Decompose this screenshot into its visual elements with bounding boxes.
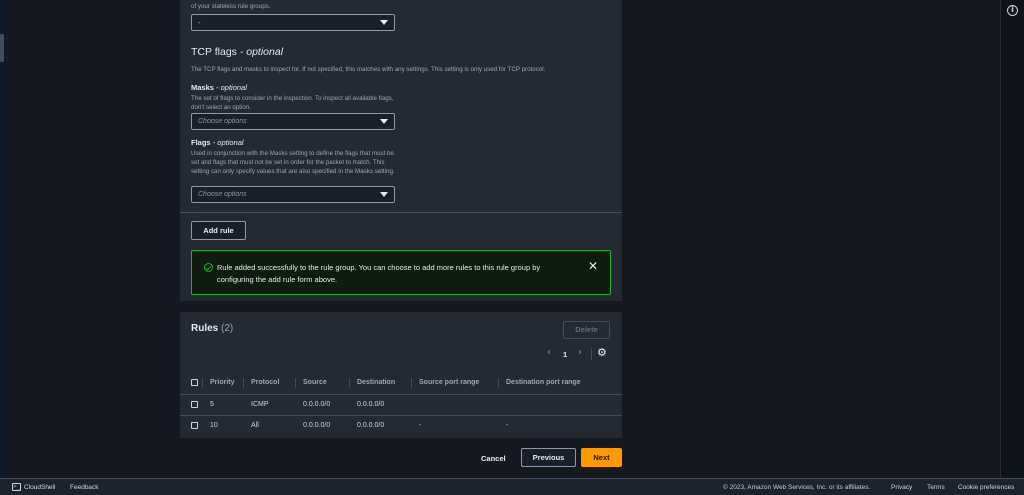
table-row[interactable]: 5 ICMP 0.0.0.0/0 0.0.0.0/0 [180,394,622,416]
cookie-preferences-link[interactable]: Cookie preferences [958,484,1014,491]
tcp-flags-desc: The TCP flags and masks to inspect for. … [191,66,546,73]
cloudshell-link[interactable]: CloudShell [24,484,55,491]
cell-priority: 5 [202,394,243,416]
cell-source-port-range [411,394,498,416]
cell-protocol: ICMP [243,394,295,416]
success-flash-banner: Rule added successfully to the rule grou… [191,250,611,295]
select-all-checkbox-cell[interactable] [180,372,202,395]
rules-table: Priority Protocol Source Destination Sou… [180,372,622,436]
pagination-divider [591,348,592,360]
col-priority[interactable]: Priority [202,372,243,395]
row-checkbox-cell[interactable] [180,394,202,416]
col-source[interactable]: Source [295,372,349,395]
info-icon[interactable]: i [1007,5,1018,16]
row-checkbox-cell[interactable] [180,415,202,436]
cell-source: 0.0.0.0/0 [295,394,349,416]
chevron-left-icon[interactable]: ‹ [547,347,551,358]
masks-label: Masks - optional [191,83,247,92]
rule-group-select-value: - [198,18,201,27]
check-circle-icon [204,263,213,272]
cell-destination-port-range: - [506,422,509,430]
cell-destination-port-range [498,394,622,416]
col-source-port-range[interactable]: Source port range [411,372,498,395]
caret-down-icon [380,192,388,197]
table-header-row: Priority Protocol Source Destination Sou… [180,372,622,395]
table-row[interactable]: 10 All 0.0.0.0/0 0.0.0.0/0 - - [180,415,622,436]
row-checkbox[interactable] [191,422,198,430]
gear-icon[interactable]: ⚙ [597,346,607,359]
add-rule-button[interactable]: Add rule [191,221,246,240]
delete-button[interactable]: Delete [563,321,610,339]
cell-destination: 0.0.0.0/0 [357,422,385,430]
caret-down-icon [380,119,388,124]
caret-down-icon [380,20,388,25]
flags-placeholder: Choose options [198,191,247,198]
tcp-flags-heading: TCP flags - optional [191,46,284,58]
right-tools-rail: i [1000,0,1024,478]
console-footer: >_ CloudShell Feedback © 2023, Amazon We… [0,478,1024,495]
close-icon[interactable]: ✕ [588,259,598,273]
chevron-right-icon[interactable]: › [578,347,582,358]
select-all-checkbox[interactable] [191,379,198,387]
cell-priority: 10 [210,422,218,430]
rule-group-select[interactable]: - [191,14,395,31]
page-number[interactable]: 1 [563,350,567,359]
next-button[interactable]: Next [581,448,622,467]
copyright-text: © 2023, Amazon Web Services, Inc. or its… [723,484,871,491]
rules-heading: Rules (2) [191,323,234,334]
stateless-rule-group-desc: of your stateless rule groups. [191,3,271,10]
masks-desc: The set of flags to consider in the insp… [191,95,394,111]
flash-message: Rule added successfully to the rule grou… [217,263,541,284]
flags-select[interactable]: Choose options [191,186,395,203]
cell-source-port-range: - [419,422,422,430]
col-destination[interactable]: Destination [349,372,411,395]
flags-label: Flags - optional [191,138,244,147]
feedback-link[interactable]: Feedback [70,484,99,491]
cell-source: 0.0.0.0/0 [303,422,331,430]
nav-toggle-handle[interactable] [0,34,4,62]
cloudshell-icon[interactable]: >_ [12,483,21,491]
row-checkbox[interactable] [191,400,198,408]
previous-button[interactable]: Previous [521,448,576,467]
col-protocol[interactable]: Protocol [243,372,295,395]
left-nav-strip [0,0,4,478]
cell-destination: 0.0.0.0/0 [349,394,411,416]
masks-select[interactable]: Choose options [191,113,395,130]
col-destination-port-range[interactable]: Destination port range [498,372,622,395]
flags-desc: Used in conjunction with the Masks setti… [191,150,395,175]
cell-protocol: All [251,422,259,430]
masks-placeholder: Choose options [198,118,247,125]
divider [180,212,622,213]
privacy-link[interactable]: Privacy [891,484,912,491]
terms-link[interactable]: Terms [927,484,945,491]
cancel-button[interactable]: Cancel [481,454,506,463]
